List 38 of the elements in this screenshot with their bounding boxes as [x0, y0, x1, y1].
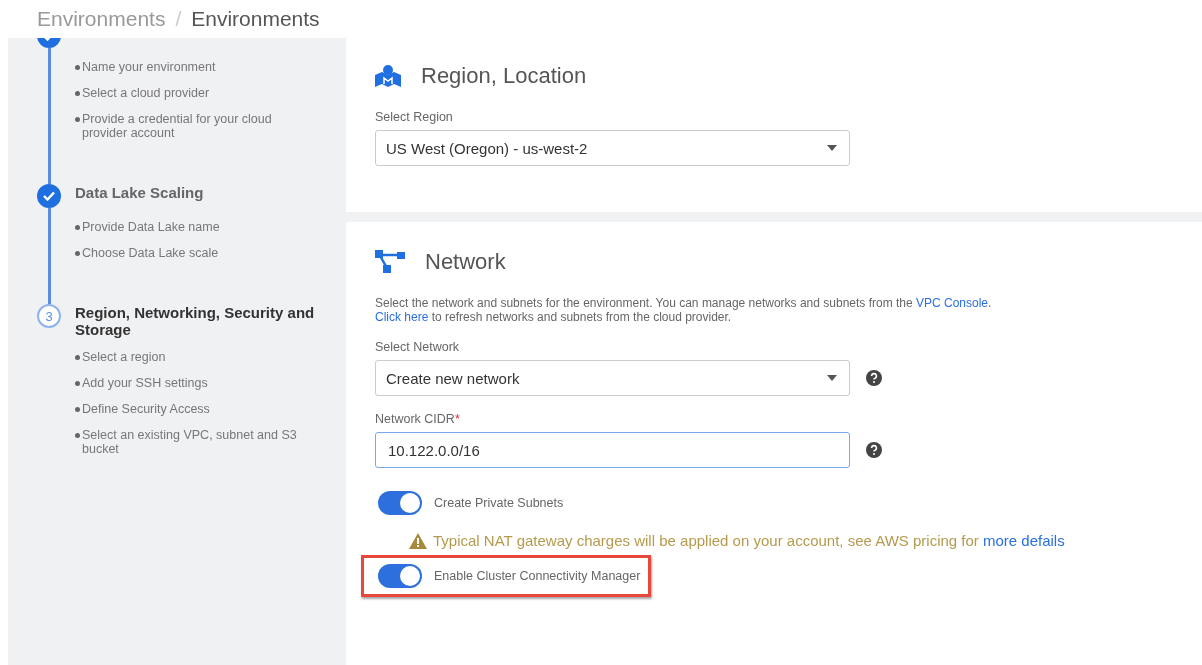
caret-icon — [827, 145, 837, 151]
network-description: Select the network and subnets for the environment. You can manage networks and subnets from the VPC Console. Click here to refresh networks and subnets from the cloud provider. — [375, 296, 993, 324]
step-item: Provide Data Lake name — [82, 220, 220, 234]
step-item: Select an existing VPC, subnet and S3 bucket — [82, 428, 298, 456]
cidr-input[interactable]: 10.122.0.0/16 — [375, 432, 850, 468]
toggle-switch[interactable] — [378, 491, 422, 515]
warning-text: Typical NAT gateway charges will be applied on your account, see AWS pricing for more defails — [433, 532, 1065, 549]
network-icon — [375, 250, 405, 274]
breadcrumb-separator: / — [175, 7, 182, 31]
breadcrumb-link[interactable]: Environments — [37, 7, 166, 31]
step-item: Select a cloud provider — [82, 86, 210, 100]
network-select[interactable]: Create new network — [375, 360, 850, 396]
step-title: Region, Networking, Security and Storage — [75, 304, 315, 338]
text-link[interactable]: VPC Console — [916, 296, 989, 310]
field-label: Select Network — [375, 340, 461, 354]
section-title: Region, Location — [421, 63, 587, 89]
help-icon[interactable] — [866, 370, 882, 386]
step-title: Data Lake Scaling — [75, 184, 205, 203]
step-item: Add your SSH settings — [82, 376, 208, 390]
warning-icon — [409, 532, 427, 549]
region-select[interactable]: US West (Oregon) - us-west-2 — [375, 130, 850, 166]
text-link[interactable]: more defails — [983, 532, 1065, 549]
step-item: Name your environment — [82, 60, 216, 74]
map-pin-icon — [375, 65, 401, 87]
toggle-label: Create Private Subnets — [434, 496, 564, 510]
text-link[interactable]: Click here — [375, 310, 429, 324]
step-item: Select a region — [82, 350, 166, 364]
section-title: Network — [425, 249, 506, 275]
toggle-label: Enable Cluster Connectivity Manager — [434, 569, 641, 583]
caret-icon — [827, 375, 837, 381]
step-item: Choose Data Lake scale — [82, 246, 219, 260]
step-item: Define Security Access — [82, 402, 210, 416]
help-icon[interactable] — [866, 442, 882, 458]
step-number: 3 — [37, 304, 61, 328]
field-label: Select Region — [375, 110, 454, 124]
field-label: Network CIDR* — [375, 412, 461, 426]
toggle-switch[interactable] — [378, 564, 422, 588]
step-item: Provide a credential for your cloud provider account — [82, 112, 273, 140]
